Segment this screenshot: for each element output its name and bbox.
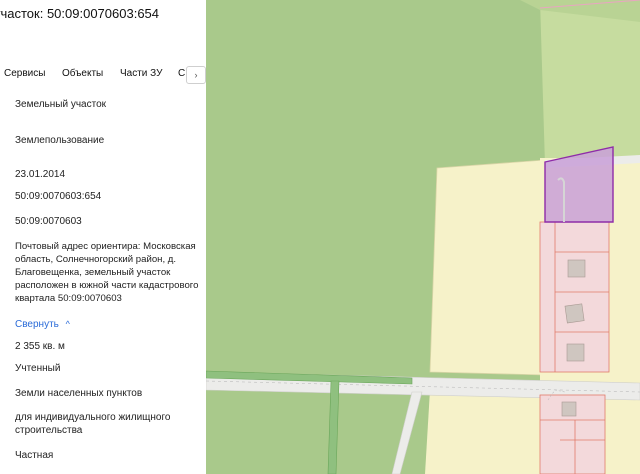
map-building	[566, 343, 585, 362]
tab-more[interactable]: С	[178, 68, 185, 79]
map-zone-residential-south	[425, 390, 640, 474]
tab-bar: Сервисы Объекты Части ЗУ С ›	[0, 66, 206, 84]
field-area: 2 355 кв. м	[15, 341, 65, 352]
map-building	[561, 401, 577, 417]
field-ownership: Частная	[15, 450, 54, 461]
cadastral-map[interactable]	[206, 0, 640, 474]
tab-parts[interactable]: Части ЗУ	[120, 68, 162, 79]
field-kind: Землепользование	[15, 135, 105, 146]
chevron-right-icon: ›	[194, 70, 198, 80]
collapse-label: Свернуть	[15, 319, 59, 330]
tab-objects[interactable]: Объекты	[62, 68, 103, 79]
field-status: Учтенный	[15, 363, 61, 374]
map-zone-residential	[429, 159, 546, 376]
field-cad-number: 50:09:0070603:654	[15, 191, 102, 202]
field-usage: для индивидуального жилищного строительс…	[15, 412, 171, 436]
field-date: 23.01.2014	[15, 169, 66, 180]
tab-services[interactable]: Сервисы	[4, 68, 45, 79]
info-panel: участок: 50:09:0070603:654 Сервисы Объек…	[0, 0, 206, 474]
field-quarter: 50:09:0070603	[15, 216, 82, 227]
chevron-up-icon: ^	[65, 319, 70, 329]
field-address: Почтовый адрес ориентира: Московская обл…	[15, 241, 199, 304]
map-building	[567, 259, 586, 278]
field-category: Земли населенных пунктов	[15, 388, 143, 399]
tabs-next-button[interactable]: ›	[186, 66, 206, 84]
map-building	[564, 303, 585, 324]
map-area-field	[540, 0, 640, 170]
field-type: Земельный участок	[15, 99, 107, 110]
page-title: участок: 50:09:0070603:654	[0, 6, 160, 21]
collapse-link[interactable]: Свернуть ^	[15, 318, 70, 331]
